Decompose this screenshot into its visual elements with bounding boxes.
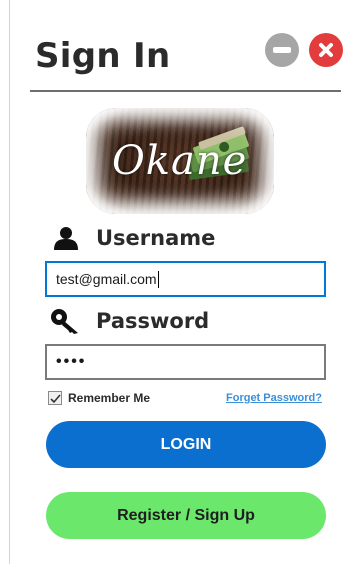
username-label: Username xyxy=(50,224,215,252)
login-button-label: LOGIN xyxy=(160,435,212,453)
sign-in-window: Sign In Okane Username test@gmail.com Pa… xyxy=(0,0,360,564)
forgot-password-link[interactable]: Forget Password? xyxy=(226,392,322,404)
minus-icon xyxy=(273,47,291,53)
close-button[interactable] xyxy=(309,33,343,67)
login-button[interactable]: LOGIN xyxy=(46,421,326,468)
password-mask: •••• xyxy=(56,353,87,370)
page-title: Sign In xyxy=(35,36,171,76)
text-caret xyxy=(157,270,159,288)
remember-me-checkbox[interactable]: Remember Me xyxy=(48,391,150,405)
user-icon xyxy=(50,224,82,252)
minimize-button[interactable] xyxy=(265,33,299,67)
password-input[interactable]: •••• xyxy=(45,344,326,380)
password-label: Password xyxy=(50,307,209,335)
username-value: test@gmail.com xyxy=(56,271,157,287)
key-icon xyxy=(50,307,82,335)
password-label-text: Password xyxy=(96,309,210,333)
checkbox-box[interactable] xyxy=(48,391,62,405)
register-button-label: Register / Sign Up xyxy=(117,506,255,524)
close-icon xyxy=(319,43,333,57)
register-button[interactable]: Register / Sign Up xyxy=(46,492,326,539)
username-label-text: Username xyxy=(96,226,216,250)
app-logo: Okane xyxy=(86,108,274,214)
username-input[interactable]: test@gmail.com xyxy=(45,261,326,297)
remember-me-label: Remember Me xyxy=(68,391,151,405)
title-divider xyxy=(30,90,341,92)
checkmark-icon xyxy=(49,393,61,403)
window-border xyxy=(9,0,10,564)
